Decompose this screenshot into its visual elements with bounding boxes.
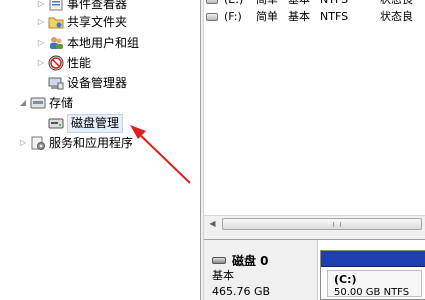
tree-item-label: 服务和应用程序 bbox=[49, 136, 134, 150]
tree-item-label: 存储 bbox=[49, 96, 74, 110]
volume-row[interactable]: (F:) 简单 基本 NTFS 状态良 bbox=[204, 8, 425, 26]
horizontal-scrollbar[interactable]: ◀ bbox=[204, 215, 425, 232]
scroll-left-icon[interactable]: ◀ bbox=[204, 216, 221, 232]
expand-arrow-icon[interactable]: ▷ bbox=[18, 133, 28, 153]
services-icon bbox=[30, 135, 46, 151]
device-manager-icon bbox=[48, 75, 64, 91]
tree-item-label: 磁盘管理 bbox=[67, 113, 124, 133]
partition-size: 50.00 GB NTFS bbox=[334, 287, 410, 298]
disk-title: 磁盘 0 bbox=[212, 252, 317, 268]
tree-item-shared-folders[interactable]: ▷ 共享文件夹 bbox=[36, 12, 127, 32]
volume-filesystem: NTFS bbox=[320, 10, 349, 23]
tree-item-local-users[interactable]: ▷ 本地用户和组 bbox=[36, 33, 139, 53]
volume-list: (E:) 简单 基本 NTFS 状态良 (F:) 简单 基本 NTFS 状态良 bbox=[204, 0, 425, 215]
disk-size: 465.76 GB bbox=[212, 285, 271, 298]
volume-icon bbox=[206, 13, 218, 21]
disk-info-panel[interactable]: 磁盘 0 基本 465.76 GB bbox=[204, 240, 318, 300]
expand-arrow-icon[interactable]: ▷ bbox=[36, 33, 46, 53]
volume-status: 状态良 bbox=[380, 10, 413, 23]
partition-c[interactable]: (C:) 50.00 GB NTFS bbox=[320, 250, 425, 300]
volume-drive: (F:) bbox=[224, 10, 242, 23]
volume-type: 基本 bbox=[288, 10, 310, 23]
tree-item-storage[interactable]: ◢ 存储 bbox=[18, 93, 73, 113]
tree-item-device-manager[interactable]: 设备管理器 bbox=[46, 73, 127, 93]
users-icon bbox=[48, 35, 64, 51]
tree-item-services[interactable]: ▷ 服务和应用程序 bbox=[18, 133, 133, 153]
disk-type: 基本 bbox=[212, 269, 234, 282]
volume-layout: 简单 bbox=[256, 10, 278, 23]
tree-item-label: 共享文件夹 bbox=[67, 15, 128, 29]
expand-arrow-icon[interactable]: ▷ bbox=[36, 53, 46, 73]
scrollbar-thumb[interactable] bbox=[222, 218, 422, 230]
storage-icon bbox=[30, 95, 46, 111]
navigation-tree: ▷ 事件查看器 ▷ 共享文件夹 ▷ 本地用户和组 ▷ 性能 设备管理器 ◢ 存储… bbox=[0, 0, 200, 300]
horizontal-splitter[interactable] bbox=[204, 232, 425, 240]
partition-name: (C:) bbox=[334, 273, 357, 286]
disk-name: 磁盘 0 bbox=[232, 253, 269, 268]
disk-management-icon bbox=[48, 115, 64, 131]
tree-item-performance[interactable]: ▷ 性能 bbox=[36, 53, 91, 73]
shared-folder-icon bbox=[48, 14, 64, 30]
performance-icon bbox=[48, 55, 64, 71]
volume-icon bbox=[206, 0, 218, 4]
tree-item-label: 设备管理器 bbox=[67, 76, 128, 90]
tree-item-label: 本地用户和组 bbox=[67, 36, 140, 50]
grip-icon bbox=[333, 222, 341, 227]
partition-bar bbox=[321, 251, 425, 267]
tree-item-disk-management[interactable]: 磁盘管理 bbox=[46, 113, 124, 133]
collapse-arrow-icon[interactable]: ◢ bbox=[18, 93, 28, 113]
partition-body: (C:) 50.00 GB NTFS bbox=[327, 270, 422, 298]
expand-arrow-icon[interactable]: ▷ bbox=[36, 12, 46, 32]
event-viewer-icon bbox=[48, 0, 64, 12]
tree-item-label: 性能 bbox=[67, 56, 92, 70]
disk-icon bbox=[212, 256, 226, 264]
